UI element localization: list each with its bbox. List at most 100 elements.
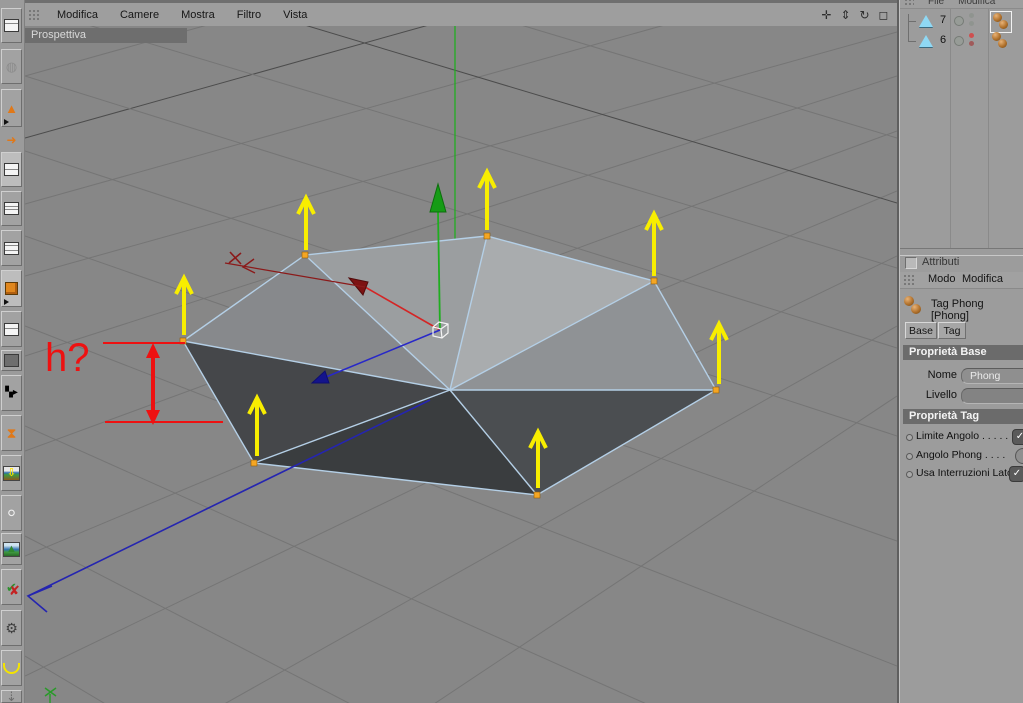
toolbar-confirm-button[interactable]: ✔ ✘ — [1, 569, 22, 605]
left-toolbar: ◍ ▲ ➜ ▚▸ ⧗ ⇩ ⚪ ▲ ✔ ✘ ⚙ ⇣ — [0, 0, 25, 703]
om-menu-file[interactable]: File — [928, 0, 944, 7]
terrain-icon: ▲ — [3, 541, 20, 557]
edge-breaks-row: Usa Interruzioni Lato ✓ — [905, 466, 1023, 483]
toolbar-cloth-button[interactable]: ⧗ — [1, 415, 22, 451]
toolbar-frame-d-button[interactable] — [1, 311, 22, 347]
key-bullet-icon[interactable] — [906, 471, 913, 478]
attributes-header: Attributi — [900, 255, 1023, 271]
selection-label: Tag Phong [Phong] — [931, 298, 984, 322]
menubar-grip-icon[interactable] — [28, 8, 40, 21]
layer-dot[interactable] — [954, 16, 964, 26]
section-proprieta-base[interactable]: Proprietà Base — [903, 345, 1023, 360]
attributes-menu-modifica[interactable]: Modifica — [962, 273, 1003, 285]
toolbar-gear-button[interactable]: ⚙ — [1, 610, 22, 646]
object-label[interactable]: 6 — [940, 34, 946, 46]
toolbar-globe-button[interactable]: ◍ — [1, 49, 22, 84]
edge-breaks-checkbox[interactable]: ✓ — [1009, 466, 1023, 482]
object-label[interactable]: 7 — [940, 14, 946, 26]
visibility-dot-bottom[interactable] — [969, 21, 974, 26]
layout-window-icon — [4, 19, 19, 32]
right-panel: File Modifica 7 6 Attributi Modo Modific… — [900, 0, 1023, 703]
triangle-primitive-icon: ▲ — [5, 100, 18, 116]
sphere-lamp-icon: ⚪ — [5, 505, 18, 521]
cone-object-icon[interactable] — [919, 35, 933, 47]
visibility-dot-top[interactable] — [969, 13, 974, 18]
toolbar-triangle-button[interactable]: ▲ — [1, 89, 22, 127]
frame-b-icon — [4, 202, 19, 215]
spline-curve-icon — [3, 662, 20, 674]
polygon-mesh[interactable] — [183, 236, 716, 495]
phong-tag-icon — [911, 304, 921, 314]
gear-icon: ⚙ — [5, 620, 18, 636]
toolbar-frame-e-button[interactable] — [1, 350, 22, 371]
layer-dot[interactable] — [954, 36, 964, 46]
visibility-dot-bottom[interactable] — [969, 41, 974, 46]
menu-filtro[interactable]: Filtro — [226, 7, 272, 23]
pan-icon[interactable]: ✛ — [819, 8, 834, 22]
attributes-menu-modo[interactable]: Modo — [928, 273, 956, 285]
phong-angle-dial[interactable] — [1015, 448, 1023, 464]
level-field[interactable] — [961, 388, 1023, 404]
toolbar-orange-arrow-button[interactable]: ➜ — [1, 131, 22, 149]
globe-icon: ◍ — [5, 59, 18, 74]
tab-tag[interactable]: Tag — [938, 322, 966, 339]
object-row-6[interactable]: 6 — [900, 31, 1023, 51]
toolbar-cube-button[interactable] — [1, 270, 22, 307]
phong-tag-icon — [999, 20, 1008, 29]
tab-base[interactable]: Base — [905, 322, 937, 339]
limit-angle-checkbox[interactable]: ✓ — [1012, 429, 1023, 445]
attributes-grip-icon[interactable] — [903, 274, 915, 286]
toolbar-down-arrow-button[interactable]: ⇣ — [1, 690, 22, 703]
toolbar-frame-b-button[interactable] — [1, 191, 22, 226]
phong-tag[interactable] — [990, 31, 1010, 51]
popup-corner-icon — [4, 299, 9, 305]
name-field[interactable]: Phong — [961, 368, 1023, 384]
object-row-7[interactable]: 7 — [900, 11, 1023, 33]
frame-a-icon — [4, 163, 19, 176]
toolbar-layout-window-button[interactable] — [1, 8, 22, 43]
cinema4d-window: ◍ ▲ ➜ ▚▸ ⧗ ⇩ ⚪ ▲ ✔ ✘ ⚙ ⇣ Modifica Camere … — [0, 0, 1023, 703]
phong-angle-label: Angolo Phong . . . . — [916, 449, 1006, 461]
menu-mostra[interactable]: Mostra — [170, 7, 226, 23]
key-bullet-icon[interactable] — [906, 453, 913, 460]
phong-tag-selected[interactable] — [990, 11, 1012, 33]
object-manager-menubar: File Modifica — [900, 0, 1023, 9]
check-cross-icon: ✔ ✘ — [6, 579, 20, 598]
popup-corner-icon — [4, 119, 9, 125]
viewport-camera-label[interactable]: Prospettiva — [25, 28, 187, 43]
om-menu-modifica[interactable]: Modifica — [958, 0, 995, 7]
toolbar-spline-button[interactable] — [1, 650, 22, 686]
om-menubar-grip-icon[interactable] — [904, 0, 914, 6]
menu-modifica[interactable]: Modifica — [46, 7, 109, 23]
toolbar-frame-c-button[interactable] — [1, 230, 22, 266]
cone-object-icon[interactable] — [919, 15, 933, 27]
orange-arrow-icon: ➜ — [6, 133, 17, 147]
cloth-icon: ⧗ — [6, 425, 17, 441]
visibility-dot-top[interactable] — [969, 33, 974, 38]
viewport-canvas[interactable]: h? — [25, 26, 897, 703]
toolbar-landscape-button[interactable]: ⇩ — [1, 455, 22, 491]
panel-square-icon[interactable] — [905, 257, 917, 269]
toolbar-terrain-button[interactable]: ▲ — [1, 533, 22, 565]
toolbar-checker-button[interactable]: ▚▸ — [1, 375, 22, 411]
level-label: Livello — [925, 389, 957, 401]
maximize-icon[interactable]: ◻ — [876, 8, 891, 22]
section-proprieta-tag[interactable]: Proprietà Tag — [903, 409, 1023, 424]
perspective-viewport[interactable]: Prospettiva h? — [25, 26, 897, 703]
menu-vista[interactable]: Vista — [272, 7, 318, 23]
x-axis-chevron — [241, 258, 256, 274]
toolbar-frame-a-button[interactable] — [1, 152, 22, 187]
attributes-menubar: Modo Modifica — [900, 272, 1023, 289]
attributes-selection-row: Tag Phong [Phong] — [900, 293, 1023, 322]
world-axis-mark — [44, 687, 57, 703]
checker-icon: ▚▸ — [5, 387, 18, 398]
menu-camere[interactable]: Camere — [109, 7, 170, 23]
limit-angle-row: Limite Angolo . . . . . ✓ — [905, 429, 1023, 446]
phong-angle-row: Angolo Phong . . . . — [905, 448, 1023, 465]
rotate-icon[interactable]: ↻ — [857, 8, 872, 22]
y-axis-cone[interactable] — [429, 182, 447, 213]
toolbar-sphere-button[interactable]: ⚪ — [1, 495, 22, 531]
key-bullet-icon[interactable] — [906, 434, 913, 441]
frame-c-icon — [4, 241, 19, 255]
dolly-icon[interactable]: ⇕ — [838, 8, 853, 22]
